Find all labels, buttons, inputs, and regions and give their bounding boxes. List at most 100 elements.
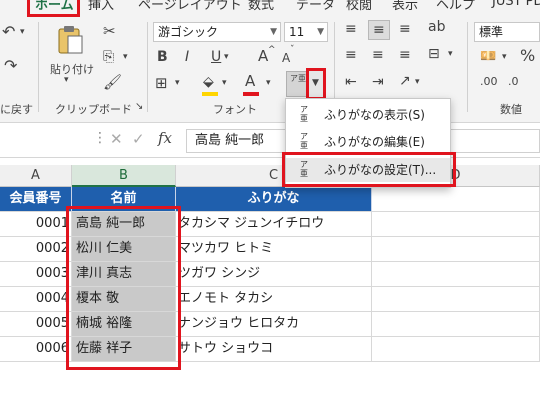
- empty-cell[interactable]: [372, 212, 540, 237]
- tab-formulas[interactable]: 数式: [248, 0, 274, 13]
- number-group-label: 数値: [500, 103, 522, 116]
- align-left-icon[interactable]: ≡: [345, 48, 357, 62]
- fill-color-swatch: [202, 92, 218, 96]
- paste-chevron-icon[interactable]: ▾: [64, 76, 69, 85]
- undo-chevron-icon[interactable]: ▾: [20, 28, 25, 37]
- align-bottom-icon[interactable]: ≡: [399, 22, 411, 36]
- borders-icon[interactable]: ⊞: [155, 76, 168, 91]
- align-top-icon[interactable]: ≡: [345, 22, 357, 36]
- fill-color-icon[interactable]: ⬙: [203, 75, 214, 89]
- merge-center-icon[interactable]: ⊟: [428, 47, 440, 61]
- member-id-cell[interactable]: 0006: [0, 337, 72, 362]
- table-header-id[interactable]: 会員番号: [0, 187, 72, 212]
- tab-data[interactable]: データ: [296, 0, 335, 13]
- kana-cell[interactable]: ツガワ シンジ: [176, 262, 372, 287]
- increase-indent-icon[interactable]: ⇥: [372, 75, 384, 89]
- member-id-cell[interactable]: 0002: [0, 237, 72, 262]
- bold-button[interactable]: B: [157, 50, 168, 64]
- redo-icon[interactable]: ↷: [4, 58, 17, 74]
- ribbon-separator: [147, 22, 148, 112]
- align-center-icon[interactable]: ≡: [372, 48, 384, 62]
- empty-cell[interactable]: [372, 337, 540, 362]
- italic-button[interactable]: I: [185, 50, 189, 64]
- phonetic-guide-icon: ア亜: [290, 74, 306, 83]
- empty-cell[interactable]: [372, 312, 540, 337]
- member-id-cell[interactable]: 0003: [0, 262, 72, 287]
- underline-button[interactable]: U: [211, 50, 221, 64]
- insert-function-button[interactable]: fx: [158, 131, 172, 146]
- copy-chevron-icon[interactable]: ▾: [123, 53, 128, 62]
- tab-review[interactable]: 校閲: [346, 0, 372, 13]
- font-color-button[interactable]: A: [245, 74, 255, 89]
- name-range-highlight: [66, 206, 181, 370]
- confirm-entry-icon[interactable]: ✓: [132, 132, 145, 147]
- home-tab-highlight: [27, 0, 80, 17]
- member-id-cell[interactable]: 0005: [0, 312, 72, 337]
- phonetic-settings-highlight: [282, 152, 456, 187]
- table-header-kana[interactable]: ふりがな: [176, 187, 372, 212]
- borders-chevron-icon[interactable]: ▾: [175, 79, 180, 88]
- cancel-entry-icon[interactable]: ✕: [110, 132, 123, 147]
- shrink-font-button[interactable]: A: [282, 52, 290, 64]
- paste-button[interactable]: [56, 25, 84, 55]
- menu-item-show-phonetic[interactable]: ア亜 ふりがなの表示(S): [286, 103, 450, 127]
- font-size-value: 11: [289, 25, 305, 39]
- orientation-chevron-icon[interactable]: ▾: [415, 78, 420, 87]
- currency-chevron-icon[interactable]: ▾: [502, 53, 507, 62]
- kana-cell[interactable]: エノモト タカシ: [176, 287, 372, 312]
- ribbon-separator: [38, 22, 39, 112]
- menu-item-edit-phonetic[interactable]: ア亜 ふりがなの編集(E): [286, 130, 450, 154]
- align-middle-icon: ≡: [373, 22, 385, 38]
- copy-icon[interactable]: ⎘: [103, 50, 114, 64]
- orientation-icon[interactable]: ↗: [399, 74, 411, 88]
- currency-format-icon[interactable]: 💴: [480, 50, 496, 63]
- fill-chevron-icon[interactable]: ▾: [222, 79, 227, 88]
- member-id-cell[interactable]: 0001: [0, 212, 72, 237]
- phonetic-guide-button[interactable]: ア亜: [286, 71, 308, 97]
- chevron-down-icon: ▼: [270, 27, 277, 37]
- member-id-cell[interactable]: 0004: [0, 287, 72, 312]
- empty-cell[interactable]: [372, 187, 540, 212]
- merge-chevron-icon[interactable]: ▾: [448, 50, 453, 59]
- kana-cell[interactable]: サトウ ショウコ: [176, 337, 372, 362]
- tab-view[interactable]: 表示: [392, 0, 418, 13]
- cut-icon[interactable]: ✂: [103, 24, 116, 39]
- caret-up-icon: ^: [268, 45, 276, 55]
- kana-cell[interactable]: ナンジョウ ヒロタカ: [176, 312, 372, 337]
- grow-font-button[interactable]: A: [258, 49, 268, 64]
- tab-page-layout[interactable]: ページレイアウト: [138, 0, 242, 13]
- undo-icon[interactable]: ↶: [2, 24, 15, 40]
- empty-cell[interactable]: [372, 287, 540, 312]
- font-size-dropdown[interactable]: 11 ▼: [284, 22, 328, 42]
- increase-decimal-icon[interactable]: .00: [480, 76, 498, 87]
- edit-phonetic-icon: ア亜: [300, 132, 308, 150]
- clipboard-paste-icon: [58, 26, 83, 54]
- wrap-text-icon[interactable]: ab: [428, 20, 445, 34]
- phonetic-dropdown-highlight: [306, 68, 326, 100]
- ribbon-separator: [467, 22, 468, 112]
- font-name-dropdown[interactable]: 游ゴシック ▼: [153, 22, 281, 42]
- number-format-dropdown[interactable]: 標準: [474, 22, 540, 42]
- underline-chevron-icon[interactable]: ▾: [224, 53, 229, 62]
- format-painter-icon[interactable]: 🖌: [103, 75, 122, 90]
- align-right-icon[interactable]: ≡: [399, 48, 411, 62]
- column-header-a[interactable]: A: [0, 165, 72, 187]
- show-phonetic-icon: ア亜: [300, 105, 308, 123]
- kana-cell[interactable]: マツカワ ヒトミ: [176, 237, 372, 262]
- empty-cell[interactable]: [372, 262, 540, 287]
- decrease-indent-icon[interactable]: ⇤: [345, 75, 357, 89]
- percent-button[interactable]: %: [520, 48, 535, 64]
- font-color-chevron-icon[interactable]: ▾: [266, 79, 271, 88]
- tab-just-pdf[interactable]: JUST PD: [492, 0, 540, 9]
- column-header-b[interactable]: B: [72, 165, 176, 187]
- font-name-value: 游ゴシック: [158, 25, 219, 39]
- align-middle-button[interactable]: ≡: [368, 20, 390, 40]
- tab-help[interactable]: ヘルプ: [436, 0, 475, 13]
- paste-label[interactable]: 貼り付け: [50, 61, 94, 77]
- decrease-decimal-icon[interactable]: .0: [508, 76, 519, 87]
- kana-cell[interactable]: タカシマ ジュンイチロウ: [176, 212, 372, 237]
- clipboard-launcher-icon[interactable]: ↘: [135, 102, 143, 112]
- empty-cell[interactable]: [372, 237, 540, 262]
- number-format-value: 標準: [479, 25, 504, 39]
- tab-insert[interactable]: 挿入: [88, 0, 114, 13]
